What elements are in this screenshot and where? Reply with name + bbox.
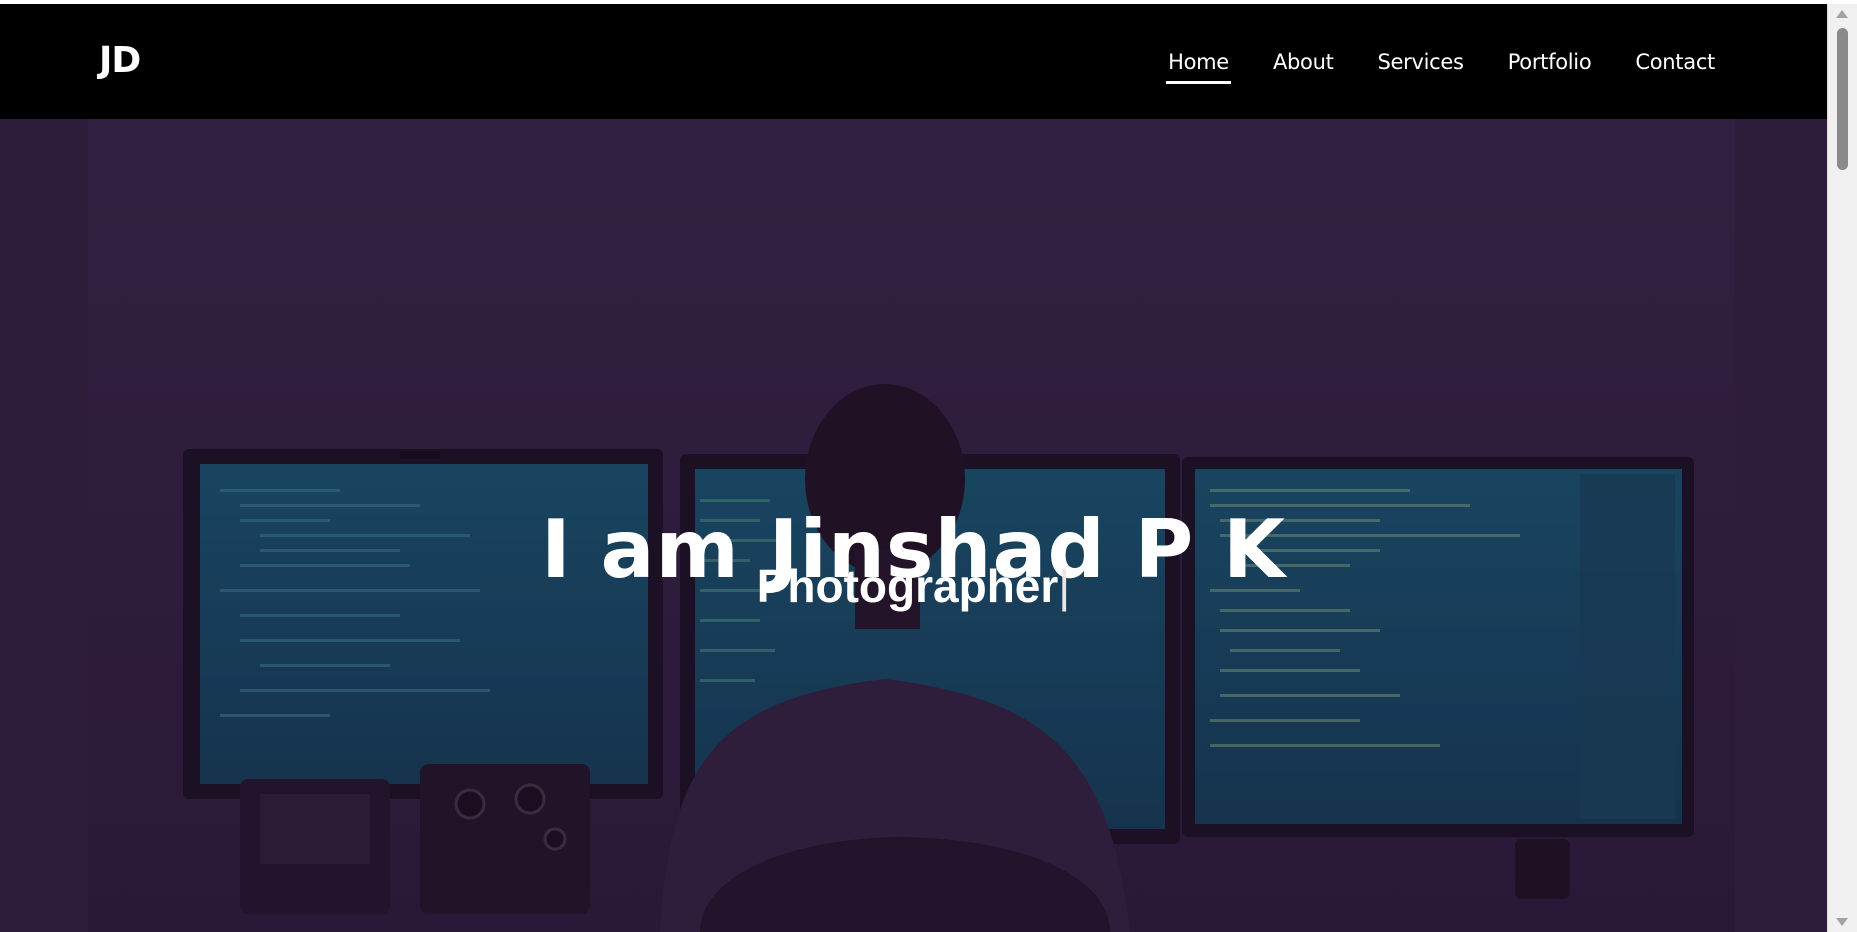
page: JD Home About Services Portfolio Contact [0, 4, 1827, 932]
main-nav: Home About Services Portfolio Contact [1166, 50, 1717, 84]
scrollbar-thumb[interactable] [1837, 28, 1848, 170]
nav-link-services[interactable]: Services [1376, 50, 1466, 84]
hero-section: I am Jinshad P K Photographer| [0, 119, 1827, 932]
scroll-up-arrow-icon[interactable] [1836, 10, 1848, 18]
nav-link-contact[interactable]: Contact [1633, 50, 1717, 84]
site-logo[interactable]: JD [99, 40, 141, 81]
typing-cursor: | [1058, 560, 1071, 612]
navbar: JD Home About Services Portfolio Contact [0, 4, 1827, 119]
nav-link-home[interactable]: Home [1166, 50, 1231, 84]
hero-subtitle-container: Photographer| [0, 559, 1827, 613]
vertical-scrollbar[interactable] [1827, 4, 1857, 932]
hero-subtitle: Photographer [756, 560, 1059, 612]
scroll-down-arrow-icon[interactable] [1836, 918, 1848, 926]
nav-link-about[interactable]: About [1271, 50, 1336, 84]
nav-link-portfolio[interactable]: Portfolio [1506, 50, 1594, 84]
